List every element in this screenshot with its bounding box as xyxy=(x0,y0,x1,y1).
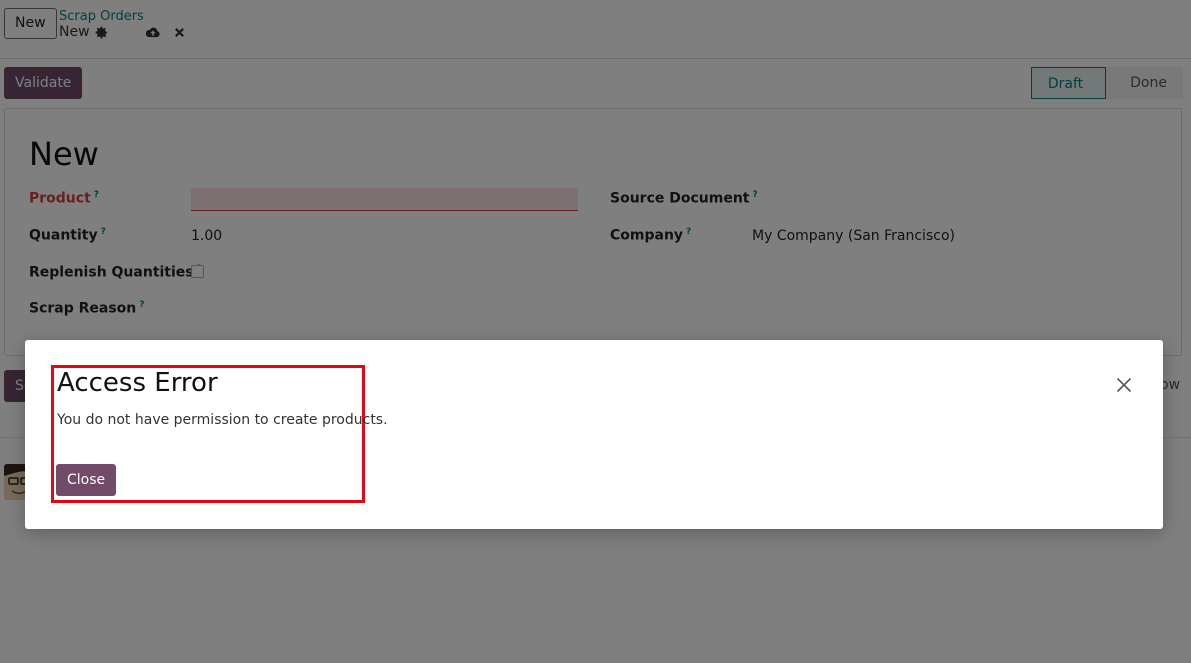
close-button[interactable]: Close xyxy=(56,464,117,496)
modal-backdrop[interactable] xyxy=(0,0,1191,663)
dialog-title: Access Error xyxy=(57,368,218,398)
access-error-dialog: Access Error You do not have permission … xyxy=(25,340,1163,529)
close-icon[interactable] xyxy=(1113,374,1135,396)
dialog-message: You do not have permission to create pro… xyxy=(57,412,388,428)
